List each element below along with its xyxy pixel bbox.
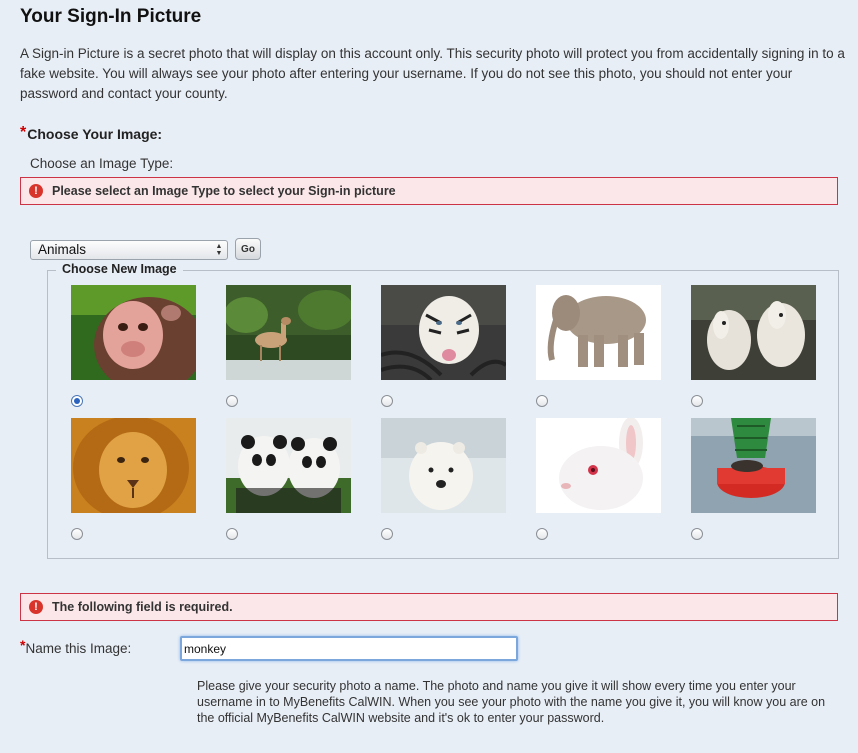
image-option-elephant[interactable] bbox=[536, 285, 662, 407]
image-option-lion[interactable] bbox=[71, 418, 197, 540]
white-rabbit-photo[interactable] bbox=[536, 418, 661, 513]
choose-image-heading-text: Choose Your Image: bbox=[27, 126, 163, 142]
image-radio-5[interactable] bbox=[691, 395, 703, 407]
image-option-sea-lion-buoy[interactable] bbox=[691, 418, 817, 540]
image-option-monkey[interactable] bbox=[71, 285, 197, 407]
pandas-photo[interactable] bbox=[226, 418, 351, 513]
field-required-error-text: The following field is required. bbox=[52, 600, 233, 614]
go-button[interactable]: Go bbox=[235, 238, 261, 260]
image-radio-7[interactable] bbox=[226, 528, 238, 540]
image-option-pandas[interactable] bbox=[226, 418, 352, 540]
elephant-photo[interactable] bbox=[536, 285, 661, 380]
image-radio-4[interactable] bbox=[536, 395, 548, 407]
image-type-error: ! Please select an Image Type to select … bbox=[20, 177, 838, 205]
lion-photo[interactable] bbox=[71, 418, 196, 513]
image-radio-1[interactable] bbox=[71, 395, 83, 407]
sea-lion-buoy-photo[interactable] bbox=[691, 418, 816, 513]
image-radio-2[interactable] bbox=[226, 395, 238, 407]
image-option-white-horses[interactable] bbox=[691, 285, 817, 407]
white-tiger-photo[interactable] bbox=[381, 285, 506, 380]
image-name-help: Please give your security photo a name. … bbox=[197, 679, 826, 725]
image-radio-10[interactable] bbox=[691, 528, 703, 540]
image-option-white-tiger[interactable] bbox=[381, 285, 507, 407]
image-radio-3[interactable] bbox=[381, 395, 393, 407]
choose-new-image-legend: Choose New Image bbox=[56, 262, 183, 276]
image-type-select[interactable]: Animals ▲ ▼ bbox=[30, 240, 228, 260]
image-option-polar-bear[interactable] bbox=[381, 418, 507, 540]
page-title: Your Sign-In Picture bbox=[20, 6, 202, 27]
image-type-label: Choose an Image Type: bbox=[30, 156, 174, 171]
image-radio-9[interactable] bbox=[536, 528, 548, 540]
image-option-white-rabbit[interactable] bbox=[536, 418, 662, 540]
error-icon: ! bbox=[29, 600, 43, 614]
intro-text: A Sign-in Picture is a secret photo that… bbox=[20, 46, 845, 101]
name-image-label: *Name this Image: bbox=[20, 637, 131, 656]
deer-photo[interactable] bbox=[226, 285, 351, 380]
image-radio-8[interactable] bbox=[381, 528, 393, 540]
error-icon: ! bbox=[29, 184, 43, 198]
name-image-label-text: Name this Image: bbox=[25, 641, 132, 656]
monkey-photo[interactable] bbox=[71, 285, 196, 380]
required-marker: * bbox=[20, 124, 27, 141]
polar-bear-photo[interactable] bbox=[381, 418, 506, 513]
white-horses-photo[interactable] bbox=[691, 285, 816, 380]
select-arrows-icon: ▲ ▼ bbox=[215, 243, 223, 257]
image-name-input[interactable] bbox=[180, 636, 518, 661]
choose-image-heading: *Choose Your Image: bbox=[20, 124, 162, 142]
image-type-error-text: Please select an Image Type to select yo… bbox=[52, 184, 396, 198]
image-option-deer[interactable] bbox=[226, 285, 352, 407]
field-required-error: ! The following field is required. bbox=[20, 593, 838, 621]
image-type-select-value: Animals bbox=[38, 242, 87, 257]
image-radio-6[interactable] bbox=[71, 528, 83, 540]
